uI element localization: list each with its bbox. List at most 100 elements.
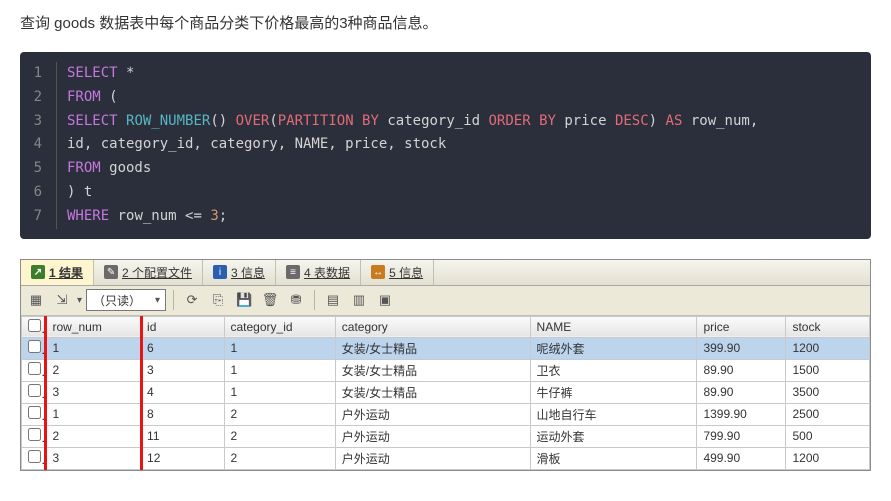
- code-content[interactable]: FROM goods: [67, 157, 151, 181]
- row-checkbox-cell[interactable]: [22, 447, 46, 469]
- row-checkbox-cell[interactable]: [22, 337, 46, 359]
- row-checkbox[interactable]: [28, 362, 41, 375]
- cell-category[interactable]: 户外运动: [335, 447, 530, 469]
- cell-price[interactable]: 499.90: [697, 447, 786, 469]
- gutter-separator: [56, 133, 57, 157]
- tab-profiles[interactable]: ✎ 2 个配置文件: [94, 260, 203, 285]
- data-grid[interactable]: row_num id category_id category NAME pri…: [21, 316, 870, 470]
- cell-row_num[interactable]: 2: [46, 425, 141, 447]
- results-tabs: ↗ 1 结果 ✎ 2 个配置文件 i 3 信息 ≡ 4 表数据 ↔ 5 信息: [21, 260, 870, 286]
- cell-category[interactable]: 女装/女士精品: [335, 337, 530, 359]
- tab-tabledata[interactable]: ≡ 4 表数据: [276, 260, 361, 285]
- code-content[interactable]: WHERE row_num <= 3;: [67, 205, 227, 229]
- cell-name[interactable]: 卫衣: [530, 359, 697, 381]
- col-header-category[interactable]: category: [335, 316, 530, 337]
- cell-id[interactable]: 11: [141, 425, 224, 447]
- save-icon[interactable]: 💾: [233, 289, 255, 311]
- cell-row_num[interactable]: 1: [46, 403, 141, 425]
- cell-price[interactable]: 89.90: [697, 381, 786, 403]
- delete-icon[interactable]: 🗑: [259, 289, 281, 311]
- table-icon: ≡: [286, 265, 300, 279]
- code-content[interactable]: ) t: [67, 181, 92, 205]
- cell-stock[interactable]: 3500: [786, 381, 870, 403]
- cell-category_id[interactable]: 2: [224, 403, 335, 425]
- cell-price[interactable]: 799.90: [697, 425, 786, 447]
- cell-category[interactable]: 女装/女士精品: [335, 359, 530, 381]
- cell-stock[interactable]: 500: [786, 425, 870, 447]
- cell-category[interactable]: 户外运动: [335, 403, 530, 425]
- table-row[interactable]: 182户外运动山地自行车1399.902500: [22, 403, 870, 425]
- cell-row_num[interactable]: 3: [46, 447, 141, 469]
- table-row[interactable]: 161女装/女士精品呢绒外套399.901200: [22, 337, 870, 359]
- code-content[interactable]: SELECT ROW_NUMBER() OVER(PARTITION BY ca…: [67, 110, 758, 134]
- cell-id[interactable]: 12: [141, 447, 224, 469]
- cell-name[interactable]: 运动外套: [530, 425, 697, 447]
- col-header-price[interactable]: price: [697, 316, 786, 337]
- code-content[interactable]: FROM (: [67, 86, 118, 110]
- code-content[interactable]: id, category_id, category, NAME, price, …: [67, 133, 446, 157]
- copy-icon[interactable]: ⎘: [207, 289, 229, 311]
- tab-label: 2 个配置文件: [122, 264, 192, 281]
- col-header-rownum[interactable]: row_num: [46, 316, 141, 337]
- refresh-icon[interactable]: ⟳: [181, 289, 203, 311]
- cell-category_id[interactable]: 2: [224, 425, 335, 447]
- tab-info1[interactable]: i 3 信息: [203, 260, 276, 285]
- cell-row_num[interactable]: 2: [46, 359, 141, 381]
- tab-info2[interactable]: ↔ 5 信息: [361, 260, 434, 285]
- code-line: 6) t: [20, 181, 871, 205]
- col-header-id[interactable]: id: [141, 316, 224, 337]
- line-number: 7: [20, 205, 56, 229]
- tab-results[interactable]: ↗ 1 结果: [21, 260, 94, 285]
- gutter-separator: [56, 86, 57, 110]
- table-row[interactable]: 2112户外运动运动外套799.90500: [22, 425, 870, 447]
- view-form-icon[interactable]: ▥: [348, 289, 370, 311]
- grid-icon[interactable]: ▦: [25, 289, 47, 311]
- cell-price[interactable]: 399.90: [697, 337, 786, 359]
- export-icon[interactable]: ⇲: [51, 289, 73, 311]
- cell-category[interactable]: 户外运动: [335, 425, 530, 447]
- cell-category_id[interactable]: 1: [224, 337, 335, 359]
- cell-category_id[interactable]: 2: [224, 447, 335, 469]
- row-checkbox[interactable]: [28, 340, 41, 353]
- readonly-dropdown[interactable]: （只读）: [86, 289, 166, 311]
- row-checkbox[interactable]: [28, 406, 41, 419]
- cell-name[interactable]: 牛仔裤: [530, 381, 697, 403]
- cell-price[interactable]: 89.90: [697, 359, 786, 381]
- cell-name[interactable]: 呢绒外套: [530, 337, 697, 359]
- cell-row_num[interactable]: 1: [46, 337, 141, 359]
- col-header-name[interactable]: NAME: [530, 316, 697, 337]
- cell-row_num[interactable]: 3: [46, 381, 141, 403]
- cell-category_id[interactable]: 1: [224, 359, 335, 381]
- cell-id[interactable]: 8: [141, 403, 224, 425]
- row-checkbox-cell[interactable]: [22, 425, 46, 447]
- row-checkbox[interactable]: [28, 384, 41, 397]
- cell-name[interactable]: 山地自行车: [530, 403, 697, 425]
- row-checkbox-cell[interactable]: [22, 359, 46, 381]
- row-checkbox[interactable]: [28, 428, 41, 441]
- row-checkbox[interactable]: [28, 450, 41, 463]
- cell-stock[interactable]: 1200: [786, 447, 870, 469]
- view-text-icon[interactable]: ▣: [374, 289, 396, 311]
- filter-icon[interactable]: ⛃: [285, 289, 307, 311]
- cell-stock[interactable]: 2500: [786, 403, 870, 425]
- cell-id[interactable]: 4: [141, 381, 224, 403]
- cell-stock[interactable]: 1200: [786, 337, 870, 359]
- table-row[interactable]: 231女装/女士精品卫衣89.901500: [22, 359, 870, 381]
- row-checkbox-cell[interactable]: [22, 381, 46, 403]
- table-row[interactable]: 341女装/女士精品牛仔裤89.903500: [22, 381, 870, 403]
- view-grid-icon[interactable]: ▤: [322, 289, 344, 311]
- cell-category_id[interactable]: 1: [224, 381, 335, 403]
- cell-id[interactable]: 3: [141, 359, 224, 381]
- row-checkbox-cell[interactable]: [22, 403, 46, 425]
- code-content[interactable]: SELECT *: [67, 62, 134, 86]
- cell-name[interactable]: 滑板: [530, 447, 697, 469]
- cell-category[interactable]: 女装/女士精品: [335, 381, 530, 403]
- col-header-stock[interactable]: stock: [786, 316, 870, 337]
- cell-stock[interactable]: 1500: [786, 359, 870, 381]
- header-checkbox[interactable]: [22, 316, 46, 337]
- select-all-checkbox[interactable]: [28, 319, 41, 332]
- cell-price[interactable]: 1399.90: [697, 403, 786, 425]
- col-header-categoryid[interactable]: category_id: [224, 316, 335, 337]
- table-row[interactable]: 3122户外运动滑板499.901200: [22, 447, 870, 469]
- cell-id[interactable]: 6: [141, 337, 224, 359]
